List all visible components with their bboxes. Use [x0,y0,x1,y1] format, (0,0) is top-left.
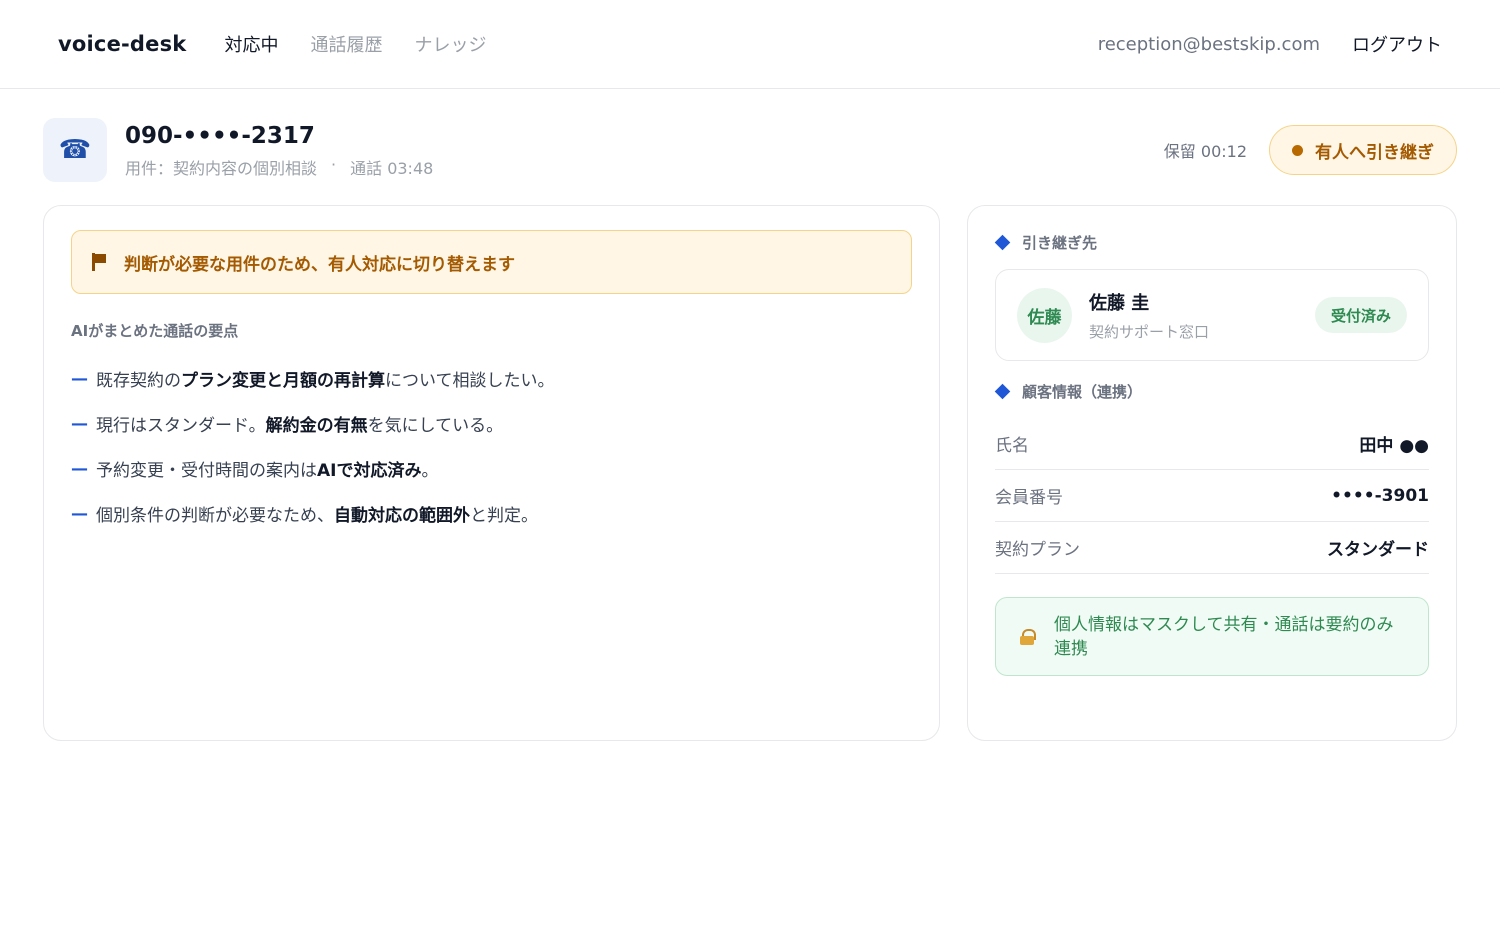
info-row-member-id: 会員番号 ••••-3901 [995,470,1429,522]
meta-separator: · [331,155,337,174]
dash-icon: — [71,458,88,479]
lock-icon [1020,628,1036,645]
assignee-department: 契約サポート窓口 [1089,322,1210,341]
nav-item-call-history[interactable]: 通話履歴 [310,31,382,57]
user-area: reception@bestskip.com ログアウト [1098,31,1442,57]
customer-info-table: 氏名 田中 ●● 会員番号 ••••-3901 契約プラン スタンダード [995,418,1429,574]
dash-icon: — [71,503,88,524]
call-meta: 用件：契約内容の個別相談 · 通話 03:48 [125,155,433,179]
handoff-button[interactable]: 有人へ引き継ぎ [1269,125,1457,175]
alert-text: 判断が必要な用件のため、有人対応に切り替えます [124,254,515,275]
assignee-name: 佐藤 圭 [1089,292,1150,314]
list-item: — 現行はスタンダード。 解約金の有無 を気にしている。 [71,413,504,437]
nav-item-active-calls[interactable]: 対応中 [224,31,278,57]
handoff-button-label: 有人へ引き継ぎ [1315,142,1434,163]
call-duration: 通話 03:48 [350,159,434,178]
phone-icon: ☎ [43,118,107,182]
assignee-info: 佐藤 圭 契約サポート窓口 [1089,289,1209,342]
handoff-alert: 判断が必要な用件のため、有人対応に切り替えます [71,230,912,294]
call-summary-panel: 判断が必要な用件のため、有人対応に切り替えます AIがまとめた通話の要点 — 既存… [43,205,940,741]
caller-number: 090-••••-2317 [125,123,315,149]
dash-icon: — [71,368,88,389]
nav-item-knowledge[interactable]: ナレッジ [414,31,486,57]
main-nav: 対応中 通話履歴 ナレッジ [224,31,486,57]
privacy-note: 個人情報はマスクして共有・通話は要約のみ連携 [995,597,1429,676]
user-email: reception@bestskip.com [1097,33,1320,55]
status-dot-icon [1292,144,1303,156]
dash-icon: — [71,413,88,434]
status-badge: 受付済み [1314,297,1407,333]
call-actions: 保留 00:12 有人へ引き継ぎ [1164,125,1457,175]
handoff-panel: 引き継ぎ先 佐藤 佐藤 圭 契約サポート窓口 受付済み 顧客情報（連携） 氏名 … [967,205,1457,741]
diamond-icon [994,234,1011,251]
call-subject: 用件：契約内容の個別相談 [125,159,318,178]
list-item: — 個別条件の判断が必要なため、 自動対応の範囲外 と判定。 [71,503,538,527]
summary-list: — 既存契約の プラン変更と月額の再計算 について相談したい。 — 現行はスタンダード。… [71,356,555,536]
customer-section-label: 顧客情報（連携） [994,381,1142,402]
list-item: — 既存契約の プラン変更と月額の再計算 について相談したい。 [71,368,555,392]
logout-button[interactable]: ログアウト [1352,31,1442,57]
info-row-name: 氏名 田中 ●● [995,418,1429,470]
summary-title: AIがまとめた通話の要点 [71,322,239,340]
brand-logo[interactable]: voice-desk [58,32,186,56]
privacy-note-text: 個人情報はマスクして共有・通話は要約のみ連携 [1054,614,1394,659]
diamond-icon [994,383,1011,400]
assignee-card[interactable]: 佐藤 佐藤 圭 契約サポート窓口 受付済み [995,269,1429,361]
flag-icon [92,253,108,271]
list-item: — 予約変更・受付時間の案内は AIで対応済み。 [71,458,439,482]
avatar: 佐藤 [1017,287,1072,343]
call-info: 090-••••-2317 用件：契約内容の個別相談 · 通話 03:48 [125,121,433,179]
call-header: ☎ 090-••••-2317 用件：契約内容の個別相談 · 通話 03:48 … [43,118,1457,182]
hold-timer: 保留 00:12 [1163,142,1247,161]
top-navigation: voice-desk 対応中 通話履歴 ナレッジ reception@bests… [0,0,1500,89]
info-row-plan: 契約プラン スタンダード [995,522,1429,574]
handoff-section-label: 引き継ぎ先 [994,232,1097,253]
